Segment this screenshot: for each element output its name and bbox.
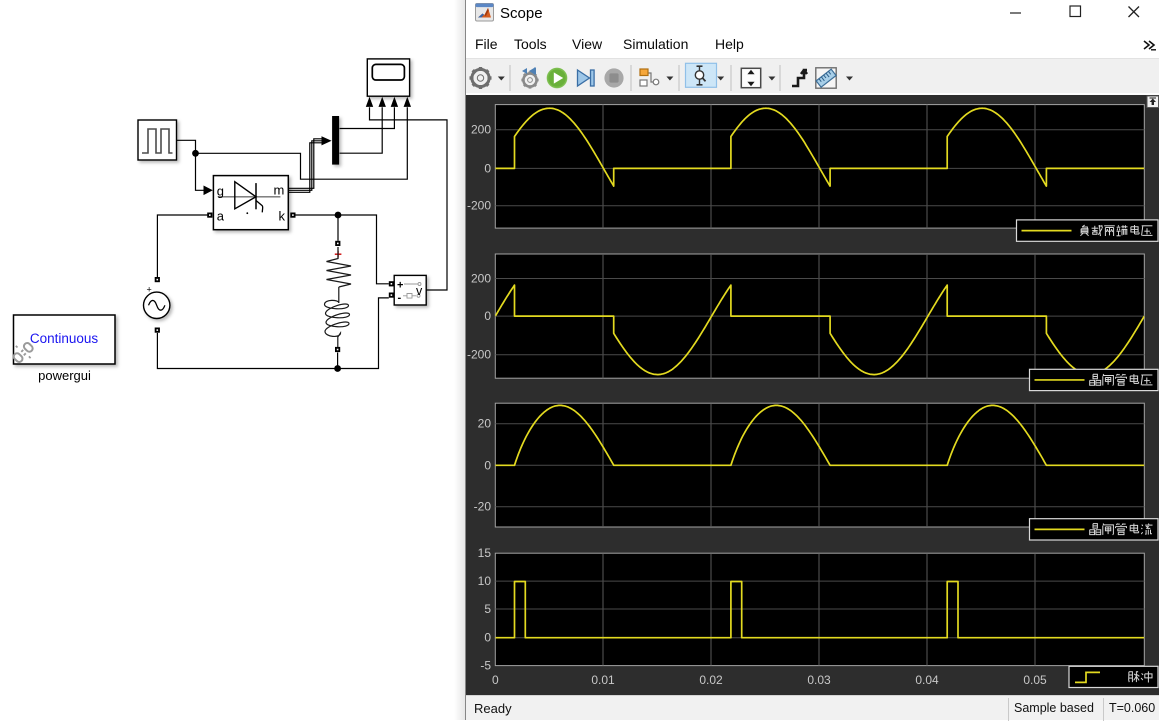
svg-text:-20: -20: [474, 500, 492, 514]
svg-text:0.01: 0.01: [591, 673, 615, 687]
svg-text:-200: -200: [467, 199, 491, 213]
svg-text:0.05: 0.05: [1023, 673, 1047, 687]
svg-text:m: m: [274, 183, 285, 198]
svg-text:15: 15: [478, 546, 492, 560]
svg-text:0: 0: [484, 309, 491, 323]
svg-text:0.04: 0.04: [915, 673, 939, 687]
svg-text:10: 10: [478, 574, 492, 588]
svg-text:20: 20: [478, 417, 492, 431]
svg-text:powergui: powergui: [38, 368, 91, 383]
svg-text:+: +: [147, 285, 152, 295]
svg-text:0: 0: [484, 161, 491, 175]
svg-text:-5: -5: [480, 659, 491, 673]
svg-text:0: 0: [484, 631, 491, 645]
svg-text:0: 0: [492, 673, 499, 687]
svg-text:k: k: [279, 209, 286, 224]
svg-text:Continuous: Continuous: [30, 331, 99, 346]
svg-text:v: v: [416, 284, 423, 298]
svg-text:200: 200: [471, 123, 491, 137]
svg-text:-: -: [398, 292, 402, 304]
svg-text:5: 5: [484, 602, 491, 616]
svg-text:200: 200: [471, 272, 491, 286]
svg-text:+: +: [397, 280, 403, 292]
svg-text:-200: -200: [467, 348, 491, 362]
svg-text:0.03: 0.03: [807, 673, 831, 687]
svg-text:g: g: [217, 184, 224, 199]
svg-text:a: a: [217, 209, 225, 224]
svg-text:0: 0: [484, 458, 491, 472]
svg-text:0.02: 0.02: [699, 673, 723, 687]
